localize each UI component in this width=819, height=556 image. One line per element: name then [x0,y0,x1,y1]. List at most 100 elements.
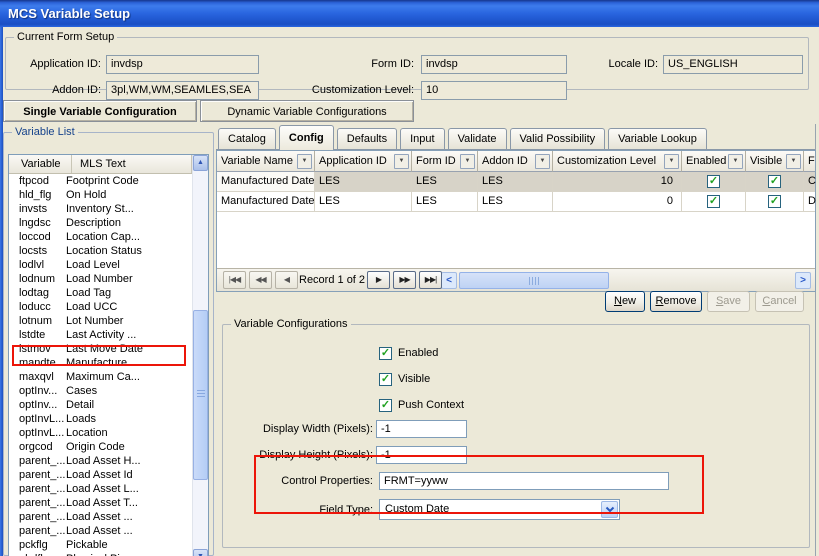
cancel-button[interactable]: Cancel [755,291,804,312]
variable-list-scrollbar[interactable]: ▲ ▼ [192,155,208,556]
variable-list-row[interactable]: invsts Inventory St... [9,202,192,216]
variable-list-row[interactable]: lstdte Last Activity ... [9,328,192,342]
application-id-field[interactable]: invdsp [106,55,259,74]
checkbox-checked[interactable]: ✓ [707,175,720,188]
new-button[interactable]: New [605,291,645,312]
checkbox-checked[interactable]: ✓ [379,398,392,412]
grid-cell: LES [412,172,478,191]
chevron-down-icon[interactable] [601,501,618,518]
variable-list-row[interactable]: ftpcod Footprint Code [9,174,192,188]
scroll-up-icon[interactable]: ▲ [193,155,208,171]
variable-list-row[interactable]: loccod Location Cap... [9,230,192,244]
display-width-field[interactable]: -1 [376,420,467,438]
control-properties-field[interactable]: FRMT=yyww [379,472,669,490]
checkbox-checked[interactable]: ✓ [768,175,781,188]
variable-list-row[interactable]: parent_... Load Asset Id [9,468,192,482]
grid-cell: LES [315,192,412,211]
variable-list-row[interactable]: maxqvl Maximum Ca... [9,370,192,384]
scroll-down-icon[interactable]: ▼ [193,549,208,556]
grid-row[interactable]: Manufactured Date LES LES LES 0 ✓ ✓ D [217,192,816,212]
grid-column-header-enabled[interactable]: Enabled ▼ [682,151,746,172]
variable-list-row[interactable]: lodlvl Load Level [9,258,192,272]
checkbox-checked[interactable]: ✓ [379,372,392,386]
checkbox-push-context[interactable]: ✓ Push Context [379,398,464,412]
column-menu-icon[interactable]: ▼ [394,153,409,169]
grid-column-header-customization-level[interactable]: Customization Level ▼ [553,151,682,172]
checkbox-checked[interactable]: ✓ [379,346,392,360]
tab-config[interactable]: Config [278,125,334,150]
variable-list-row[interactable]: phdflgPhysical Piece [9,552,192,556]
tab-single-variable-configuration[interactable]: Single Variable Configuration [3,100,197,122]
checkbox-visible[interactable]: ✓ Visible [379,372,430,386]
prev-page-button[interactable]: ◀◀ [249,271,272,289]
checkbox-enabled[interactable]: ✓ Enabled [379,346,438,360]
grid-column-header-visible[interactable]: Visible ▼ [746,151,804,172]
mls-text: Origin Code [66,441,125,453]
display-height-field[interactable]: -1 [376,446,467,464]
customization-level-field[interactable]: 10 [421,81,567,100]
checkbox-checked[interactable]: ✓ [707,195,720,208]
prev-record-button[interactable]: ◀ [275,271,298,289]
locale-id-field[interactable]: US_ENGLISH [663,55,803,74]
tab-validate[interactable]: Validate [447,128,507,149]
field-type-dropdown[interactable]: Custom Date [379,499,620,520]
variable-list-row[interactable]: optInv... Cases [9,384,192,398]
variable-name: mandte [19,357,56,369]
column-menu-icon[interactable]: ▼ [664,153,679,169]
tab-valid-possibility[interactable]: Valid Possibility [509,128,606,149]
variable-list-row[interactable]: parent_... Load Asset L... [9,482,192,496]
column-menu-icon[interactable]: ▼ [297,153,312,169]
tab-input[interactable]: Input [400,128,445,149]
hscroll-thumb[interactable] [459,272,609,289]
remove-button[interactable]: Remove [650,291,702,312]
grid-column-header-f[interactable]: F [804,151,815,172]
save-button[interactable]: Save [707,291,750,312]
column-menu-icon[interactable]: ▼ [786,153,801,169]
tab-variable-lookup[interactable]: Variable Lookup [608,128,707,149]
next-page-button[interactable]: ▶▶ [393,271,416,289]
last-record-button[interactable]: ▶▶| [419,271,442,289]
form-id-field[interactable]: invdsp [421,55,567,74]
variable-column-header[interactable]: Variable [9,155,72,173]
variable-list-row[interactable]: optInvL... Loads [9,412,192,426]
grid-cell-clipped: D [804,192,819,211]
variable-list-row[interactable]: locsts Location Status [9,244,192,258]
tab-dynamic-variable-configurations[interactable]: Dynamic Variable Configurations [200,100,414,122]
checkbox-checked[interactable]: ✓ [768,195,781,208]
variable-list-row[interactable]: lodtag Load Tag [9,286,192,300]
variable-list-row[interactable]: lstmov Last Move Date [9,342,192,356]
mls-text-column-header[interactable]: MLS Text [72,155,192,173]
tab-defaults[interactable]: Defaults [336,128,398,149]
scrollbar-thumb[interactable] [193,310,208,480]
variable-list-header[interactable]: Variable MLS Text [9,155,192,174]
variable-list-row[interactable]: orgcod Origin Code [9,440,192,454]
column-menu-icon[interactable]: ▼ [460,153,475,169]
grid-column-header-variable-name[interactable]: Variable Name ▼ [217,151,315,172]
grid-column-header-form-id[interactable]: Form ID ▼ [412,151,478,172]
variable-list-row[interactable]: pckflg Pickable [9,538,192,552]
addon-id-field[interactable]: 3pl,WM,WM,SEAMLES,SEA [106,81,259,100]
variable-list-row[interactable]: mandte Manufacture... [9,356,192,370]
variable-list-row[interactable]: optInv... Detail [9,398,192,412]
column-menu-icon[interactable]: ▼ [728,153,743,169]
hscroll-left-icon[interactable]: < [441,272,457,289]
grid-column-header-application-id[interactable]: Application ID ▼ [315,151,412,172]
variable-list-row[interactable]: loducc Load UCC [9,300,192,314]
grid-row[interactable]: Manufactured Date LES LES LES 10 ✓ ✓ C [217,172,816,192]
tab-catalog[interactable]: Catalog [218,128,276,149]
variable-name: orgcod [19,441,53,453]
variable-list-row[interactable]: lodnum Load Number [9,272,192,286]
variable-list-row[interactable]: lotnum Lot Number [9,314,192,328]
variable-list-row[interactable]: parent_... Load Asset H... [9,454,192,468]
first-record-button[interactable]: |◀◀ [223,271,246,289]
column-menu-icon[interactable]: ▼ [535,153,550,169]
variable-list-row[interactable]: parent_... Load Asset ... [9,524,192,538]
variable-list-row[interactable]: lngdsc Description [9,216,192,230]
variable-list-row[interactable]: parent_... Load Asset ... [9,510,192,524]
grid-column-header-addon-id[interactable]: Addon ID ▼ [478,151,553,172]
next-record-button[interactable]: ▶ [367,271,390,289]
variable-list-row[interactable]: optInvL... Location [9,426,192,440]
variable-list-row[interactable]: hld_flg On Hold [9,188,192,202]
variable-list-row[interactable]: parent_... Load Asset T... [9,496,192,510]
hscroll-right-icon[interactable]: > [795,272,811,289]
